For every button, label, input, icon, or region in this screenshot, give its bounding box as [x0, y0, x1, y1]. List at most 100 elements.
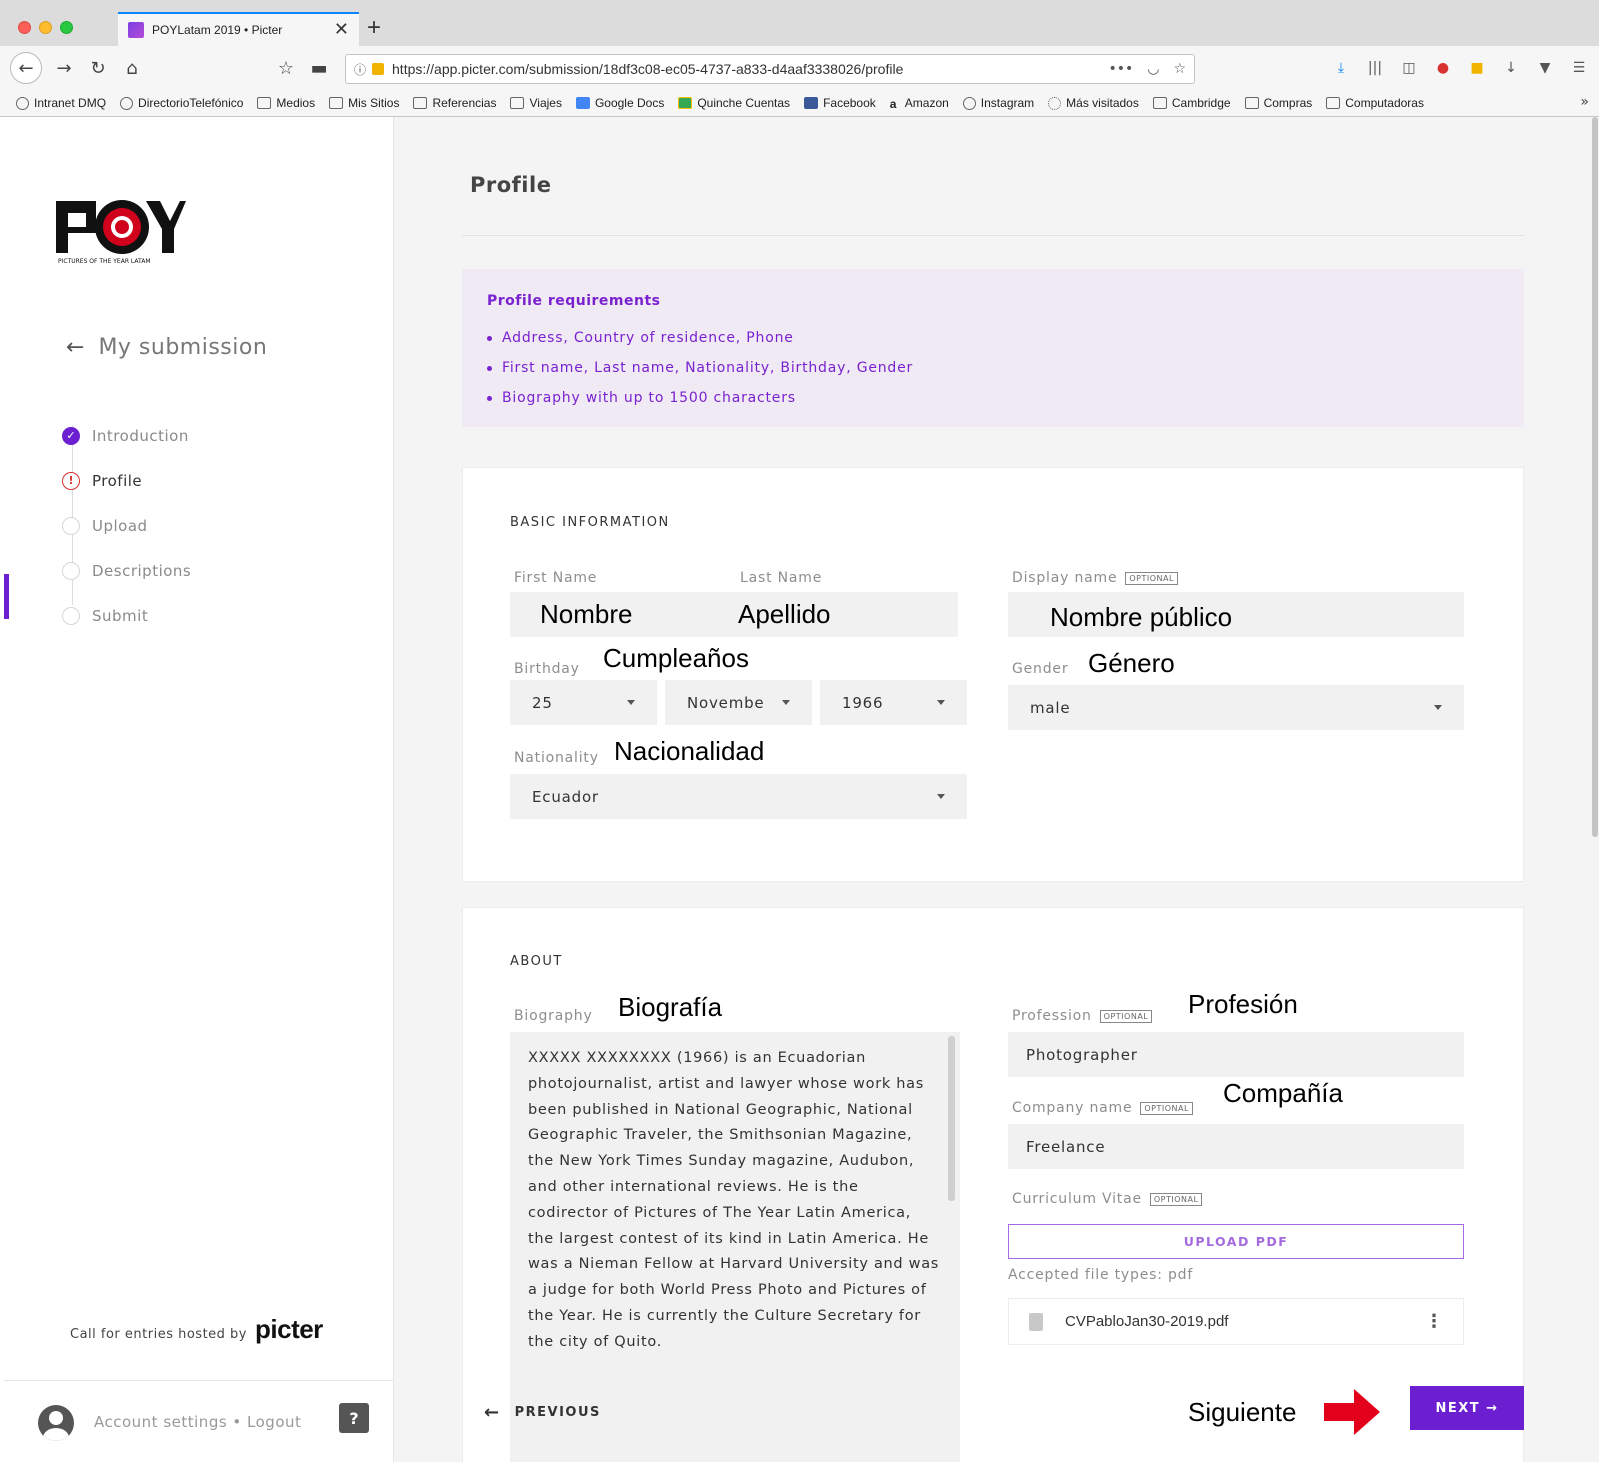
url-bar[interactable]: ⓘ https://app.picter.com/submission/18df…	[345, 54, 1195, 84]
bookmark-item[interactable]: DirectorioTelefónico	[120, 96, 243, 110]
reload-icon[interactable]: ↻	[84, 54, 112, 82]
next-button[interactable]: NEXT →	[1410, 1386, 1524, 1430]
site-info-icon[interactable]: ⓘ	[354, 61, 366, 78]
home-icon[interactable]: ⌂	[118, 54, 146, 82]
bullet-icon	[487, 365, 492, 371]
company-name-field[interactable]: Freelance	[1008, 1124, 1464, 1169]
bookmark-item[interactable]: a Amazon	[889, 96, 949, 111]
step-label: Submit	[92, 606, 149, 625]
pocket-extension-icon[interactable]: ●	[1433, 58, 1453, 78]
bookmark-star-icon[interactable]: ☆	[1173, 61, 1186, 77]
insecure-lock-icon[interactable]	[372, 63, 385, 75]
page-actions-icon[interactable]: •••	[1108, 61, 1133, 77]
chevron-down-icon	[627, 700, 635, 705]
bookmark-item[interactable]: Intranet DMQ	[16, 96, 106, 110]
page-scrollbar[interactable]	[1591, 117, 1599, 1462]
nationality-select[interactable]: Ecuador	[510, 774, 967, 819]
close-tab-icon[interactable]: ✕	[334, 21, 349, 39]
back-to-submission-link[interactable]: ← My submission	[66, 335, 267, 360]
bookmark-item[interactable]: Instagram	[962, 96, 1034, 110]
amazon-icon: a	[889, 97, 897, 111]
profession-label: Profession OPTIONAL	[1012, 1008, 1153, 1024]
folder-icon	[1326, 97, 1341, 109]
minimize-window-button[interactable]	[39, 21, 52, 34]
submission-steps: ✓ Introduction ! Profile Upload Descript…	[62, 413, 191, 638]
bookmark-item[interactable]: Compras	[1244, 96, 1312, 110]
birthday-label: Birthday	[514, 661, 580, 677]
browser-forward-button[interactable]: →	[50, 54, 78, 82]
menu-icon[interactable]: ☰	[1569, 58, 1589, 78]
gender-select[interactable]: male	[1008, 685, 1464, 730]
step-introduction[interactable]: ✓ Introduction	[62, 413, 191, 458]
birthday-year-value: 1966	[842, 693, 884, 712]
biography-scrollbar[interactable]	[948, 1036, 955, 1201]
gender-value: male	[1030, 698, 1071, 717]
birthday-year-select[interactable]: 1966	[820, 680, 967, 725]
more-vertical-icon[interactable]: ⋮	[1425, 1311, 1443, 1332]
user-avatar-icon[interactable]	[38, 1405, 74, 1441]
library-icon[interactable]: |||	[1365, 58, 1385, 78]
birthday-day-select[interactable]: 25	[510, 680, 657, 725]
url-text[interactable]: https://app.picter.com/submission/18df3c…	[392, 61, 1108, 77]
last-name-field[interactable]: Apellido	[736, 592, 958, 637]
bookmark-item[interactable]: Quinche Cuentas	[678, 96, 790, 110]
arrow-left-icon: ←	[484, 1402, 501, 1423]
shield-icon[interactable]: ▼	[1535, 58, 1555, 78]
chevron-down-icon	[937, 794, 945, 799]
display-name-field[interactable]: Nombre público	[1008, 592, 1464, 637]
navigation-bar: ← → ↻ ⌂ ☆ ▬ ⓘ https://app.picter.com/sub…	[0, 46, 1599, 90]
section-title: ABOUT	[510, 954, 563, 969]
bookmark-item[interactable]: Computadoras	[1326, 96, 1424, 110]
nationality-annotation: Nacionalidad	[614, 736, 765, 766]
previous-button[interactable]: ← PREVIOUS	[484, 1402, 601, 1423]
more-bookmarks-icon[interactable]: »	[1580, 94, 1589, 110]
bookmark-item[interactable]: Referencias	[413, 96, 496, 110]
requirement-item: First name, Last name, Nationality, Birt…	[487, 353, 1499, 383]
step-upload[interactable]: Upload	[62, 503, 191, 548]
gear-icon	[1048, 96, 1062, 110]
birthday-month-value: Novembe	[687, 693, 765, 712]
browser-tab[interactable]: POYLatam 2019 • Picter ✕	[118, 12, 359, 46]
google-drive-icon	[678, 97, 693, 109]
bookmark-item[interactable]: Mis Sitios	[329, 96, 399, 110]
maximize-window-button[interactable]	[60, 21, 73, 34]
upload-pdf-button[interactable]: UPLOAD PDF	[1008, 1224, 1464, 1259]
profession-field[interactable]: Photographer	[1008, 1032, 1464, 1077]
picter-logo[interactable]: picter	[255, 1314, 323, 1345]
section-title: BASIC INFORMATION	[510, 515, 670, 530]
extension-icon[interactable]: ■	[1467, 58, 1487, 78]
download-arrow-icon[interactable]: ↓	[1501, 58, 1521, 78]
new-tab-icon[interactable]: +	[367, 14, 381, 42]
next-annotation: Siguiente	[1188, 1397, 1297, 1427]
downloads-icon[interactable]: ⤓	[1331, 58, 1351, 78]
scrollbar-thumb[interactable]	[1592, 117, 1598, 837]
biography-textarea[interactable]: XXXXX XXXXXXXX (1966) is an Ecuadorian p…	[510, 1032, 960, 1462]
about-card: ABOUT Biography Biografía XXXXX XXXXXXXX…	[462, 907, 1524, 1462]
step-submit[interactable]: Submit	[62, 593, 191, 638]
first-name-field[interactable]: Nombre	[510, 592, 736, 637]
google-docs-icon	[575, 97, 590, 109]
bookmark-item[interactable]: Cambridge	[1152, 96, 1231, 110]
bookmark-item[interactable]: Viajes	[510, 96, 562, 110]
bookmark-item[interactable]: Medios	[257, 96, 315, 110]
account-links[interactable]: Account settings • Logout	[94, 1413, 301, 1431]
step-label: Introduction	[92, 426, 189, 445]
chevron-down-icon	[937, 700, 945, 705]
bookmark-manager-icon[interactable]: ☆	[272, 54, 300, 82]
close-window-button[interactable]	[18, 21, 31, 34]
last-name-value: Apellido	[738, 599, 831, 629]
step-descriptions[interactable]: Descriptions	[62, 548, 191, 593]
sidebar-icon[interactable]: ◫	[1399, 58, 1419, 78]
check-circle-icon: ✓	[62, 426, 80, 445]
browser-back-button[interactable]: ←	[10, 52, 42, 84]
bookmark-item[interactable]: Google Docs	[575, 96, 664, 110]
reader-icon[interactable]: ▬	[305, 54, 333, 82]
uploaded-file[interactable]: CVPabloJan30-2019.pdf ⋮	[1008, 1298, 1464, 1345]
step-profile[interactable]: ! Profile	[62, 458, 191, 503]
bookmark-item[interactable]: Facebook	[804, 96, 876, 110]
bookmark-item[interactable]: Más visitados	[1048, 96, 1139, 110]
page-title: Profile	[470, 173, 552, 197]
pocket-icon[interactable]: ◡	[1147, 61, 1159, 77]
help-button[interactable]: ?	[339, 1403, 369, 1433]
birthday-month-select[interactable]: Novembe	[665, 680, 812, 725]
